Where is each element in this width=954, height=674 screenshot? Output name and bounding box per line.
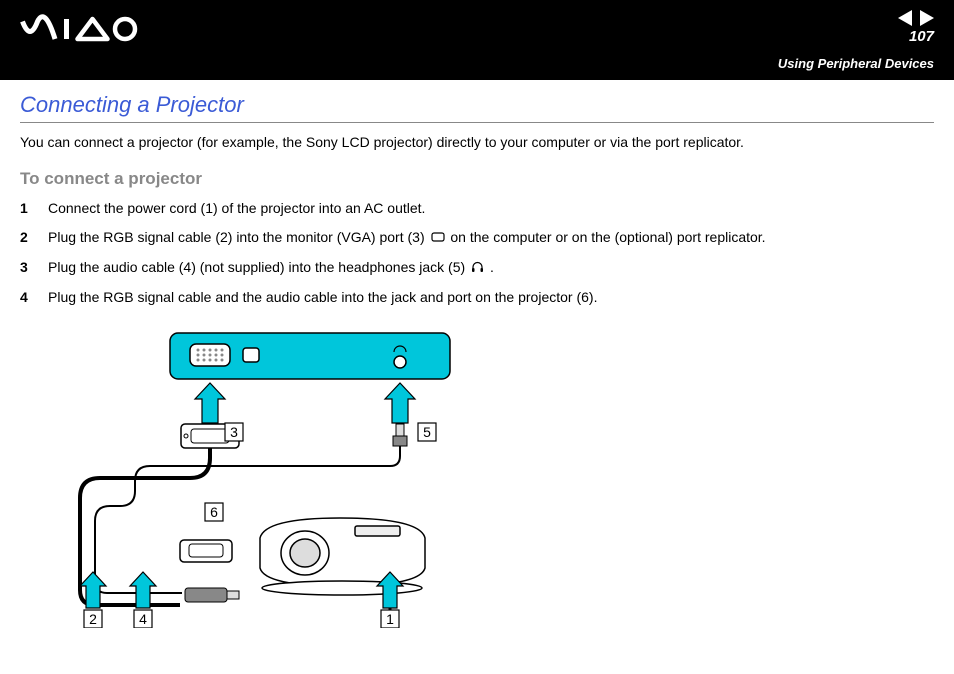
- headphones-icon: [471, 259, 484, 279]
- step-item: 1 Connect the power cord (1) of the proj…: [20, 199, 934, 219]
- step-text: Connect the power cord (1) of the projec…: [48, 199, 934, 219]
- page-number: 107: [909, 28, 934, 45]
- step-text: Plug the audio cable (4) (not supplied) …: [48, 258, 934, 278]
- diagram-label-5: 5: [423, 424, 431, 440]
- page-title: Connecting a Projector: [20, 92, 934, 118]
- diagram-label-1: 1: [386, 611, 394, 627]
- document-header: 107 Using Peripheral Devices: [0, 0, 954, 80]
- step-item: 4 Plug the RGB signal cable and the audi…: [20, 288, 934, 308]
- diagram-label-4: 4: [139, 611, 147, 627]
- page-content: Connecting a Projector You can connect a…: [0, 80, 954, 633]
- prev-page-arrow-icon[interactable]: [898, 10, 912, 26]
- steps-list: 1 Connect the power cord (1) of the proj…: [20, 199, 934, 308]
- diagram-label-3: 3: [230, 424, 238, 440]
- title-divider: [20, 122, 934, 123]
- step-item: 2 Plug the RGB signal cable (2) into the…: [20, 228, 934, 248]
- diagram-label-2: 2: [89, 611, 97, 627]
- vaio-logo: [20, 14, 140, 44]
- step-number: 3: [20, 258, 48, 278]
- next-page-arrow-icon[interactable]: [920, 10, 934, 26]
- step-text: Plug the RGB signal cable (2) into the m…: [48, 228, 934, 248]
- procedure-subtitle: To connect a projector: [20, 169, 934, 189]
- step-number: 2: [20, 228, 48, 248]
- step-number: 1: [20, 199, 48, 219]
- step-number: 4: [20, 288, 48, 308]
- monitor-icon: [431, 229, 445, 249]
- intro-paragraph: You can connect a projector (for example…: [20, 133, 934, 153]
- connection-diagram: 3 5 6: [60, 328, 934, 633]
- diagram-label-6: 6: [210, 504, 218, 520]
- section-label: Using Peripheral Devices: [778, 56, 934, 71]
- step-text: Plug the RGB signal cable and the audio …: [48, 288, 934, 308]
- step-item: 3 Plug the audio cable (4) (not supplied…: [20, 258, 934, 278]
- nav-arrows: [898, 10, 934, 26]
